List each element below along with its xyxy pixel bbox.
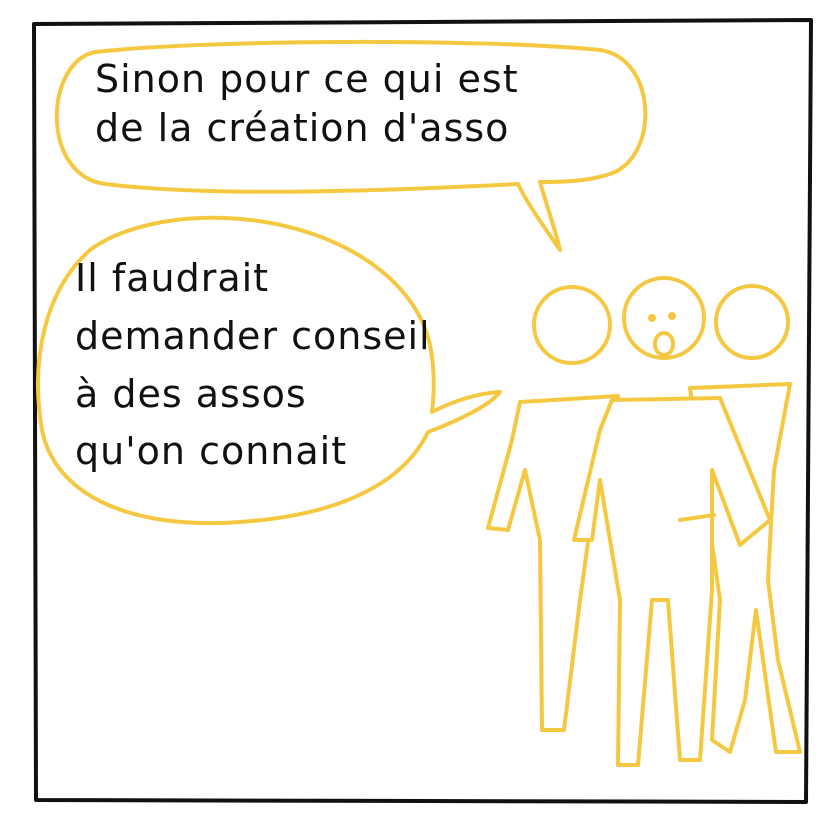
- bubble1-line-1: Sinon pour ce qui est: [95, 57, 519, 101]
- bubble2-line-2: demander conseil: [75, 313, 431, 358]
- speech-bubble-1-text: Sinon pour ce qui est de la création d'a…: [95, 55, 519, 154]
- bubble2-line-3: à des assos: [75, 371, 307, 416]
- person-figure-left: [486, 285, 624, 732]
- speech-bubble-2-text: Il faudrait demander conseil à des assos…: [75, 250, 431, 481]
- bubble1-line-2: de la création d'asso: [95, 106, 510, 151]
- bubble2-line-1: Il faudrait: [75, 256, 270, 300]
- bubble2-line-4: qu'on connait: [75, 429, 348, 474]
